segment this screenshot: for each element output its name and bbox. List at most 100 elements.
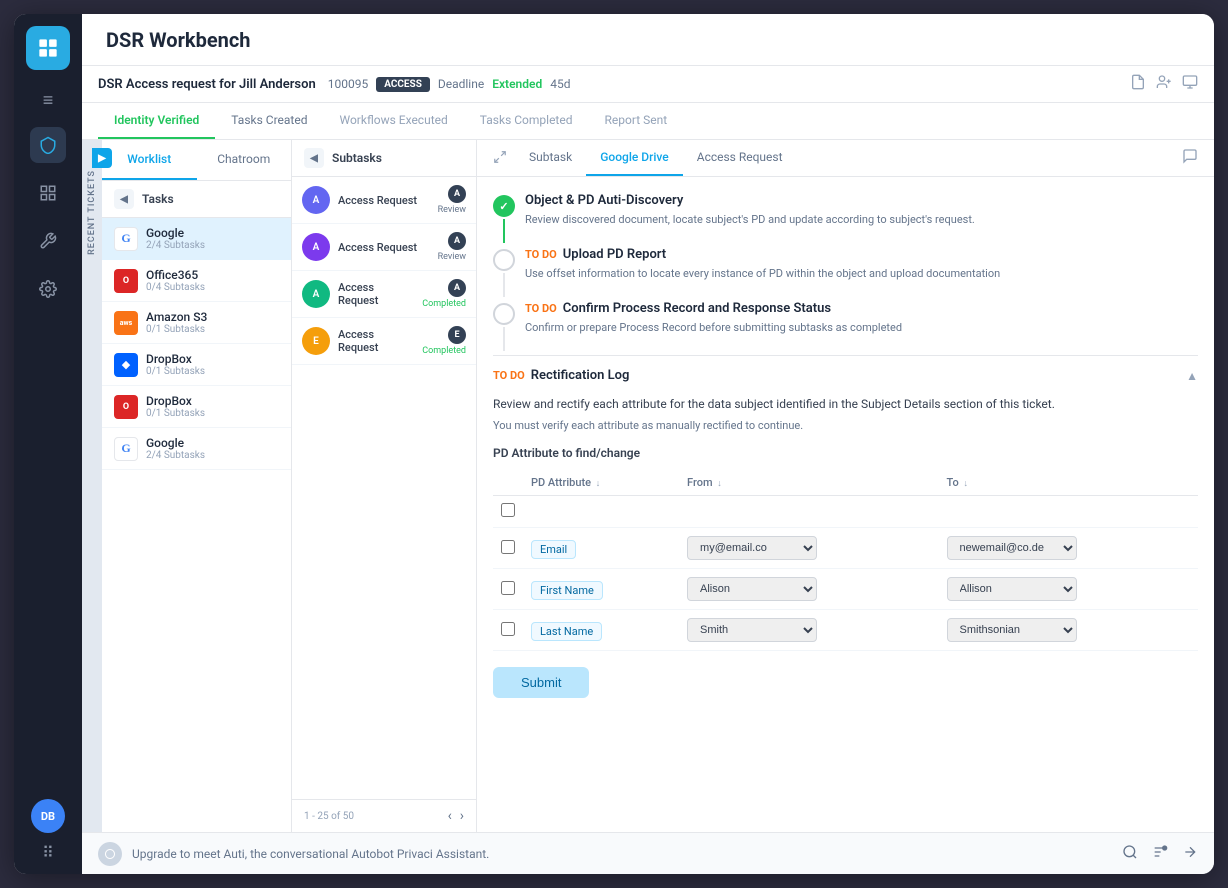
pd-table: PD Attribute ↓ From ↓ — [493, 470, 1198, 651]
step-3-indicator — [493, 303, 515, 325]
subtask-name: Access Request — [338, 281, 414, 307]
step-2-desc: Use offset information to locate every i… — [525, 266, 1198, 283]
tab-identity-verified[interactable]: Identity Verified — [98, 103, 215, 139]
to-lastname-select[interactable]: Smithsonian — [947, 618, 1077, 642]
pagination-prev[interactable]: ‹ — [448, 808, 452, 824]
ticket-badge: ACCESS — [376, 77, 430, 92]
task-item-google-2[interactable]: G Google 2/4 Subtasks — [102, 428, 291, 470]
step-1-desc: Review discovered document, locate subje… — [525, 212, 1198, 229]
task-name: Google — [146, 436, 205, 450]
tab-tasks-completed[interactable]: Tasks Completed — [464, 103, 589, 139]
rectification-todo: TO DO — [493, 369, 525, 382]
submit-button[interactable]: Submit — [493, 667, 589, 698]
search-bottom-icon[interactable] — [1122, 844, 1138, 864]
task-icon-aws: aws — [114, 311, 138, 335]
arrow-bottom-icon[interactable] — [1182, 844, 1198, 864]
task-subtasks: 0/1 Subtasks — [146, 408, 205, 419]
table-row: Email my@email.co — [493, 528, 1198, 569]
task-item-dropbox-2[interactable]: O DropBox 0/1 Subtasks — [102, 386, 291, 428]
pagination-label: 1 - 25 of 50 — [304, 811, 440, 822]
pagination-next[interactable]: › — [460, 808, 464, 824]
detail-tab-access-request[interactable]: Access Request — [683, 140, 797, 176]
subtask-item-2[interactable]: A Access Request A Review — [292, 224, 476, 271]
tasks-label: Tasks — [142, 192, 174, 206]
chat-bubble-icon — [98, 842, 122, 866]
to-firstname-select[interactable]: Allison — [947, 577, 1077, 601]
tab-workflows-executed[interactable]: Workflows Executed — [323, 103, 463, 139]
document-icon[interactable] — [1130, 74, 1146, 94]
col-pd-attribute: PD Attribute — [531, 476, 591, 489]
rectification-note: You must verify each attribute as manual… — [493, 419, 1198, 432]
attr-lastname-badge: Last Name — [531, 622, 602, 641]
tab-worklist[interactable]: Worklist — [102, 140, 197, 180]
chevron-up-icon: ▲ — [1186, 369, 1198, 383]
detail-comment-icon[interactable] — [1182, 148, 1198, 168]
apps-grid-icon[interactable]: ⠿ — [42, 843, 54, 862]
monitor-icon[interactable] — [1182, 74, 1198, 94]
deadline-label: Deadline — [438, 77, 484, 91]
nav-dashboard-icon[interactable] — [30, 175, 66, 211]
task-name: DropBox — [146, 394, 205, 408]
subtask-name: Access Request — [338, 328, 414, 354]
to-email-select[interactable]: newemail@co.de — [947, 536, 1077, 560]
user-avatar[interactable]: DB — [31, 799, 65, 833]
recent-tickets-sidebar[interactable]: ▶ RECENT TICKETS — [82, 140, 102, 832]
tab-chatroom[interactable]: Chatroom — [197, 140, 292, 180]
expand-recent-btn[interactable]: ▶ — [92, 148, 112, 168]
step-2-indicator — [493, 249, 515, 271]
from-email-select[interactable]: my@email.co — [687, 536, 817, 560]
expand-detail-btn[interactable] — [493, 149, 507, 168]
subtask-item-4[interactable]: E Access Request E Completed — [292, 318, 476, 365]
tasks-back-btn[interactable]: ◀ — [114, 189, 134, 209]
task-subtasks: 2/4 Subtasks — [146, 240, 205, 251]
menu-icon[interactable]: ≡ — [43, 90, 54, 111]
task-subtasks: 0/1 Subtasks — [146, 324, 207, 335]
subtask-item-3[interactable]: A Access Request A Completed — [292, 271, 476, 318]
ticket-title: DSR Access request for Jill Anderson — [98, 77, 316, 92]
task-icon-dropbox: ◆ — [114, 353, 138, 377]
task-name: Office365 — [146, 268, 205, 282]
row-2-checkbox[interactable] — [501, 581, 515, 595]
task-item-office365[interactable]: O Office365 0/4 Subtasks — [102, 260, 291, 302]
nav-settings-icon[interactable] — [30, 271, 66, 307]
detail-tab-google-drive[interactable]: Google Drive — [586, 140, 683, 176]
from-lastname-select[interactable]: Smith — [687, 618, 817, 642]
row-3-checkbox[interactable] — [501, 622, 515, 636]
task-name: Google — [146, 226, 205, 240]
task-name: Amazon S3 — [146, 310, 207, 324]
subtasks-back-btn[interactable]: ◀ — [304, 148, 324, 168]
subtask-avatar-1: A — [302, 186, 330, 214]
task-icon-office: O — [114, 269, 138, 293]
subtask-avatar-2: A — [302, 233, 330, 261]
col-to: To — [947, 476, 959, 489]
task-item-google-1[interactable]: G Google 2/4 Subtasks — [102, 218, 291, 260]
rectification-title: Rectification Log — [531, 368, 630, 383]
ticket-id: 100095 — [328, 77, 368, 91]
task-item-amazons3[interactable]: aws Amazon S3 0/1 Subtasks — [102, 302, 291, 344]
from-firstname-select[interactable]: Alison — [687, 577, 817, 601]
row-1-checkbox[interactable] — [501, 540, 515, 554]
step-2-todo: TO DO — [525, 248, 557, 261]
subtask-status-3: Completed — [422, 299, 466, 309]
logo-icon — [35, 35, 61, 61]
nav-shield-icon[interactable] — [30, 127, 66, 163]
table-row: First Name Alison — [493, 569, 1198, 610]
tab-report-sent[interactable]: Report Sent — [589, 103, 684, 139]
user-add-icon[interactable] — [1156, 74, 1172, 94]
tab-tasks-created[interactable]: Tasks Created — [215, 103, 323, 139]
task-item-dropbox-1[interactable]: ◆ DropBox 0/1 Subtasks — [102, 344, 291, 386]
attr-email-badge: Email — [531, 540, 576, 559]
detail-tab-subtask[interactable]: Subtask — [515, 140, 586, 176]
subtask-status-2: Review — [438, 252, 466, 262]
subtask-badge-1: A — [448, 185, 466, 203]
select-all-checkbox[interactable] — [501, 503, 515, 517]
subtask-avatar-3: A — [302, 280, 330, 308]
sort-to-icon: ↓ — [963, 479, 968, 489]
subtask-item-1[interactable]: A Access Request A Review — [292, 177, 476, 224]
rectification-header[interactable]: TO DO Rectification Log ▲ — [493, 356, 1198, 395]
task-name: DropBox — [146, 352, 205, 366]
attr-firstname-badge: First Name — [531, 581, 603, 600]
subtask-badge-2: A — [448, 232, 466, 250]
nav-tools-icon[interactable] — [30, 223, 66, 259]
filter-bottom-icon[interactable] — [1152, 844, 1168, 864]
